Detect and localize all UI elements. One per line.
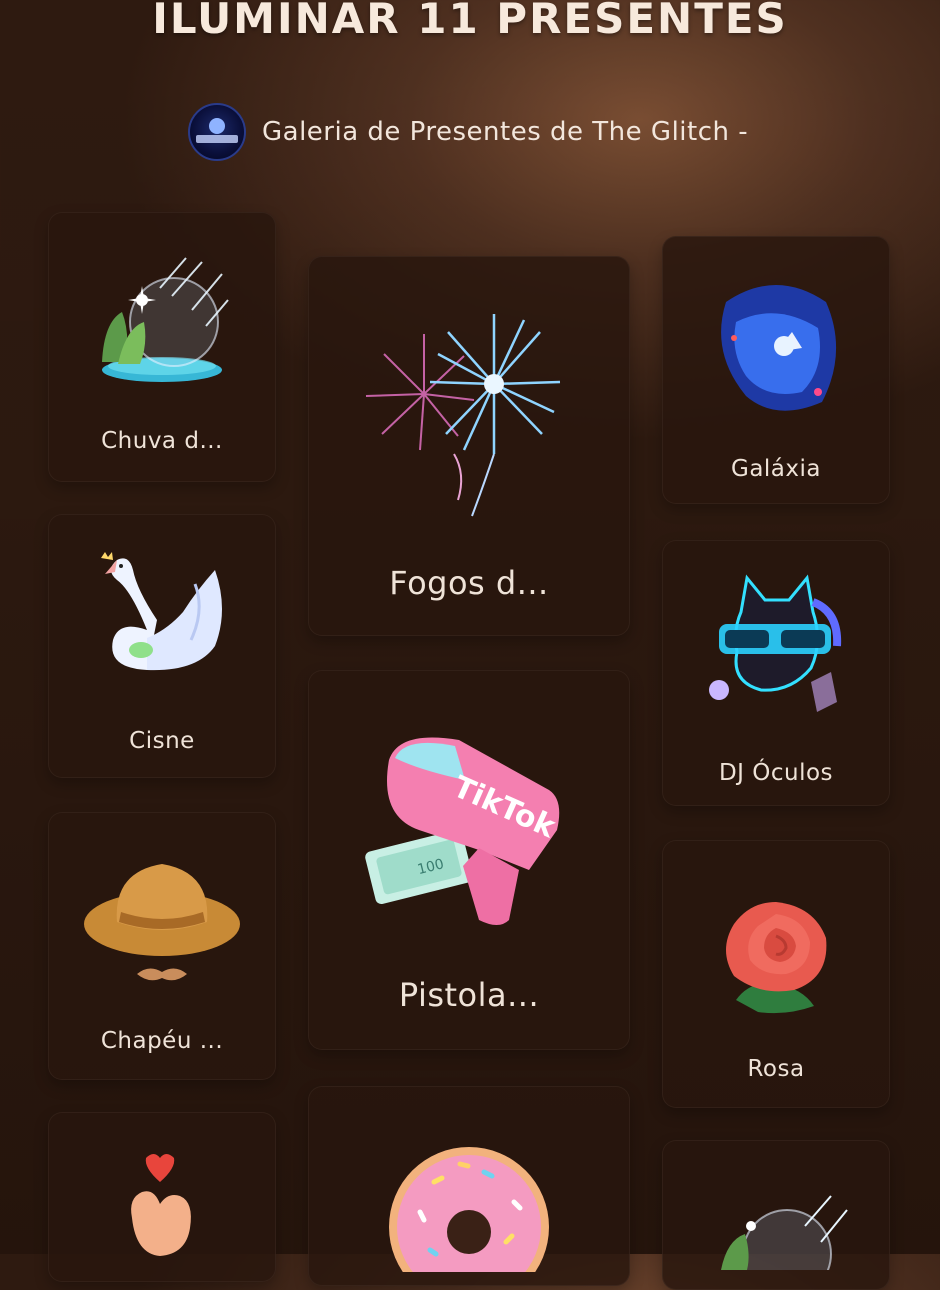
donut-icon [389,1147,549,1272]
gift-card-rosa[interactable]: Rosa [662,840,890,1108]
dj-glasses-icon [709,574,842,712]
money-gun-icon: 100 TikTok [365,737,561,925]
gift-card-donut[interactable] [308,1086,630,1286]
gift-card-pistola[interactable]: 100 TikTok Pistola... [308,670,630,1050]
fireworks-icon [365,314,561,517]
gift-label-chuva: Chuva d... [101,428,223,454]
gift-label-galaxia: Galáxia [731,456,821,482]
gift-card-fogos[interactable]: Fogos d... [308,256,630,636]
gift-label-pistola: Pistola... [398,976,540,1014]
gift-label-cisne: Cisne [129,728,195,754]
gift-card-chapeu[interactable]: Chapéu ... [48,812,276,1080]
finger-heart-icon [131,1154,191,1256]
galaxy-icon [721,285,837,411]
gift-label-dj: DJ Óculos [718,760,834,786]
gallery-header[interactable]: Galeria de Presentes de The Glitch - [188,103,749,161]
gallery-title: Galeria de Presentes de The Glitch - [262,117,749,147]
rose-icon [726,902,827,1014]
meteor-globe-icon [721,1195,848,1270]
gift-label-fogos: Fogos d... [389,564,549,602]
swan-icon [101,552,222,671]
meteor-rain-globe-icon [102,257,229,382]
gift-card-galaxia[interactable]: Galáxia [662,236,890,504]
gift-label-rosa: Rosa [747,1056,805,1082]
gift-card-chuva[interactable]: Chuva d... [48,212,276,482]
gift-card-dj[interactable]: DJ Óculos [662,540,890,806]
page-title: ILUMINAR 11 PRESENTES [152,0,788,43]
cowboy-hat-icon [84,864,240,981]
avatar-band [196,135,238,143]
gift-card-globe2[interactable] [662,1140,890,1290]
gift-label-chapeu: Chapéu ... [100,1028,224,1054]
gift-card-cisne[interactable]: Cisne [48,514,276,778]
avatar-dot [209,118,225,134]
gift-card-heart-hand[interactable] [48,1112,276,1282]
avatar[interactable] [188,103,246,161]
